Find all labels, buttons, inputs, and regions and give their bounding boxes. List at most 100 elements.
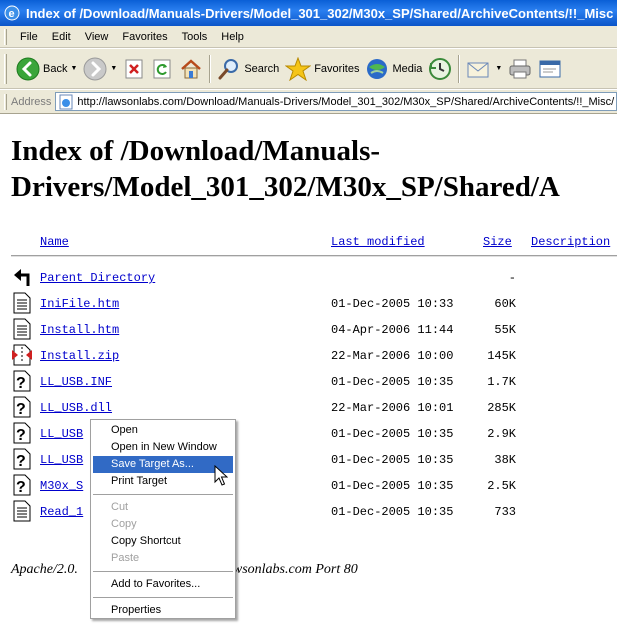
file-size: 285K bbox=[487, 401, 516, 415]
menu-item-copy-shortcut[interactable]: Copy Shortcut bbox=[93, 533, 233, 550]
print-button[interactable] bbox=[505, 53, 535, 85]
column-name-link[interactable]: Name bbox=[40, 235, 69, 249]
header-divider bbox=[11, 255, 617, 257]
media-label: Media bbox=[392, 62, 423, 75]
internet-explorer-icon: e bbox=[4, 5, 20, 21]
svg-text:?: ? bbox=[16, 479, 26, 496]
menu-item-print-target[interactable]: Print Target bbox=[93, 473, 233, 490]
unknown-file-icon: ? bbox=[13, 370, 31, 392]
file-link[interactable]: LL_USB bbox=[40, 427, 83, 441]
address-label: Address bbox=[11, 95, 52, 108]
page-title: Index of /Download/Manuals- Drivers/Mode… bbox=[11, 133, 617, 205]
address-input[interactable]: http://lawsonlabs.com/Download/Manuals-D… bbox=[55, 92, 617, 111]
mail-button[interactable]: ▼ bbox=[463, 53, 505, 85]
menu-item-paste[interactable]: Paste bbox=[93, 550, 233, 567]
svg-text:e: e bbox=[9, 8, 15, 20]
file-link[interactable]: IniFile.htm bbox=[40, 297, 119, 311]
favorites-label: Favorites bbox=[314, 62, 360, 75]
file-link[interactable]: Install.zip bbox=[40, 349, 119, 363]
refresh-icon bbox=[153, 59, 171, 78]
menu-item-save-target-as[interactable]: Save Target As... bbox=[93, 456, 233, 473]
menu-item-open[interactable]: Open bbox=[93, 422, 233, 439]
printer-icon bbox=[509, 59, 531, 78]
menu-item-properties[interactable]: Properties bbox=[93, 602, 233, 619]
file-link[interactable]: Read_1 bbox=[40, 505, 83, 519]
file-link[interactable]: Install.htm bbox=[40, 323, 119, 337]
menu-file[interactable]: File bbox=[13, 27, 45, 47]
menu-separator bbox=[93, 494, 233, 495]
favorites-button[interactable]: Favorites bbox=[282, 53, 362, 85]
toolbar-grip[interactable] bbox=[4, 28, 7, 45]
file-link[interactable]: M30x_S bbox=[40, 479, 83, 493]
standard-toolbar: Back ▼ ▼ Search Favorites Media ▼ bbox=[0, 49, 617, 89]
toolbar-grip[interactable] bbox=[4, 93, 7, 110]
edit-button[interactable] bbox=[535, 53, 565, 85]
title-bar: e Index of /Download/Manuals-Drivers/Mod… bbox=[0, 0, 617, 26]
chevron-down-icon[interactable]: ▼ bbox=[495, 65, 502, 72]
file-size: 60K bbox=[494, 297, 516, 311]
menu-item-add-to-favorites[interactable]: Add to Favorites... bbox=[93, 576, 233, 593]
file-link[interactable]: Parent Directory bbox=[40, 271, 155, 285]
stop-button[interactable] bbox=[120, 53, 148, 85]
menu-edit[interactable]: Edit bbox=[45, 27, 78, 47]
media-icon bbox=[367, 58, 388, 79]
unknown-file-icon: ? bbox=[13, 396, 31, 418]
table-row: ? LL_USB.INF 01-Dec-2005 10:35 1.7K bbox=[0, 370, 617, 396]
file-size: - bbox=[508, 271, 516, 285]
unknown-file-icon: ? bbox=[13, 448, 31, 470]
unknown-file-icon: ? bbox=[13, 474, 31, 496]
file-size: 1.7K bbox=[487, 375, 516, 389]
file-size: 38K bbox=[494, 453, 516, 467]
table-row: Install.zip 22-Mar-2006 10:00 145K bbox=[0, 344, 617, 370]
text-document-icon bbox=[13, 500, 31, 522]
server-signature-right: awsonlabs.com Port 80 bbox=[225, 562, 358, 577]
unknown-file-icon: ? bbox=[13, 422, 31, 444]
svg-text:?: ? bbox=[16, 375, 26, 392]
text-document-icon bbox=[13, 292, 31, 314]
file-link[interactable]: LL_USB.dll bbox=[40, 401, 112, 415]
column-last-modified-link[interactable]: Last modified bbox=[331, 235, 425, 249]
svg-text:?: ? bbox=[16, 427, 26, 444]
mouse-pointer-icon bbox=[214, 465, 228, 486]
history-button[interactable] bbox=[425, 53, 455, 85]
home-button[interactable] bbox=[176, 53, 206, 85]
file-date: 01-Dec-2005 10:35 bbox=[331, 427, 454, 441]
media-button[interactable]: Media bbox=[362, 53, 425, 85]
page-title-line-2: Drivers/Model_301_302/M30x_SP/Shared/A bbox=[11, 171, 560, 203]
forward-arrow-icon bbox=[83, 57, 107, 80]
search-button[interactable]: Search bbox=[214, 53, 282, 85]
chevron-down-icon[interactable]: ▼ bbox=[70, 65, 77, 72]
menu-favorites[interactable]: Favorites bbox=[115, 27, 174, 47]
context-menu: Open Open in New Window Save Target As..… bbox=[90, 419, 236, 619]
menu-item-cut[interactable]: Cut bbox=[93, 499, 233, 516]
menu-item-copy[interactable]: Copy bbox=[93, 516, 233, 533]
chevron-down-icon[interactable]: ▼ bbox=[110, 65, 117, 72]
menu-tools[interactable]: Tools bbox=[175, 27, 215, 47]
refresh-button[interactable] bbox=[148, 53, 176, 85]
file-size: 2.9K bbox=[487, 427, 516, 441]
file-date: 04-Apr-2006 11:44 bbox=[331, 323, 454, 337]
file-size: 2.5K bbox=[487, 479, 516, 493]
stop-icon bbox=[125, 59, 143, 78]
file-size: 55K bbox=[494, 323, 516, 337]
file-link[interactable]: LL_USB bbox=[40, 453, 83, 467]
menu-help[interactable]: Help bbox=[214, 27, 251, 47]
address-bar: Address http://lawsonlabs.com/Download/M… bbox=[0, 90, 617, 114]
file-link[interactable]: LL_USB.INF bbox=[40, 375, 112, 389]
file-date: 01-Dec-2005 10:35 bbox=[331, 479, 454, 493]
address-url[interactable]: http://lawsonlabs.com/Download/Manuals-D… bbox=[77, 96, 614, 108]
home-icon bbox=[181, 58, 202, 78]
toolbar-grip[interactable] bbox=[4, 53, 7, 84]
page-icon bbox=[59, 94, 73, 109]
back-button[interactable]: Back ▼ bbox=[13, 53, 80, 85]
menu-view[interactable]: View bbox=[78, 27, 116, 47]
mail-icon bbox=[467, 62, 489, 77]
column-size-link[interactable]: Size bbox=[483, 235, 512, 249]
file-date: 22-Mar-2006 10:00 bbox=[331, 349, 454, 363]
column-description-link[interactable]: Description bbox=[531, 235, 610, 249]
forward-button[interactable]: ▼ bbox=[80, 53, 120, 85]
toolbar-separator bbox=[209, 54, 212, 83]
svg-text:?: ? bbox=[16, 453, 26, 470]
svg-text:?: ? bbox=[16, 401, 26, 418]
menu-item-open-new-window[interactable]: Open in New Window bbox=[93, 439, 233, 456]
